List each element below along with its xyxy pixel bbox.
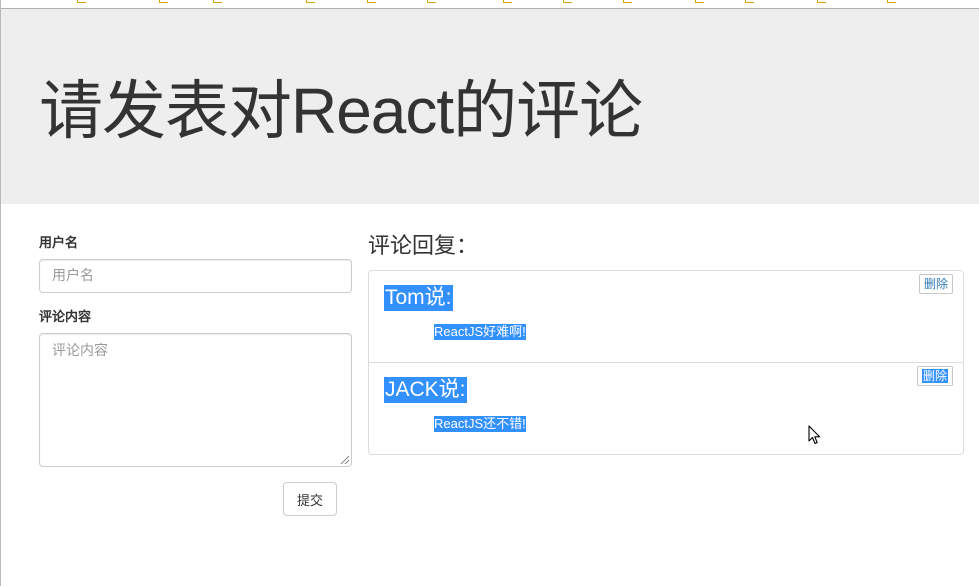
toolbar-tick bbox=[745, 0, 754, 3]
toolbar-tick bbox=[367, 0, 376, 3]
delete-button[interactable]: 删除 bbox=[916, 366, 953, 386]
comment-author: Tom说: bbox=[384, 285, 453, 311]
comment-form: 用户名 评论内容 提交 bbox=[39, 236, 352, 516]
comment-item: JACK说: ReactJS还不错! 删除 bbox=[369, 363, 963, 454]
content-group: 评论内容 bbox=[39, 310, 352, 467]
toolbar-tick bbox=[563, 0, 572, 3]
toolbar-tick bbox=[213, 0, 222, 3]
username-label: 用户名 bbox=[39, 236, 79, 251]
comment-content: ReactJS好难啊! bbox=[434, 324, 526, 340]
toolbar-tick bbox=[306, 0, 315, 3]
content-textarea[interactable] bbox=[39, 333, 352, 467]
content-textarea-wrapper bbox=[39, 333, 352, 467]
jumbotron-header: 请发表对React的评论 bbox=[1, 9, 979, 204]
page-title: 请发表对React的评论 bbox=[39, 75, 643, 147]
comment-list-panel: 评论回复： Tom说: ReactJS好难啊! 删除 JACK说: ReactJ… bbox=[368, 231, 964, 455]
resize-grip-icon[interactable] bbox=[341, 456, 349, 464]
mouse-pointer-icon bbox=[808, 425, 821, 445]
comment-content: ReactJS还不错! bbox=[434, 416, 526, 432]
comments-title: 评论回复： bbox=[368, 234, 479, 259]
top-toolbar-strip bbox=[1, 0, 979, 9]
toolbar-tick bbox=[623, 0, 632, 3]
delete-button[interactable]: 删除 bbox=[918, 274, 953, 294]
comment-author: JACK说: bbox=[384, 377, 467, 403]
submit-button[interactable]: 提交 bbox=[283, 482, 337, 516]
username-input[interactable] bbox=[39, 259, 352, 293]
toolbar-tick bbox=[887, 0, 896, 3]
toolbar-tick bbox=[77, 0, 86, 3]
toolbar-tick bbox=[159, 0, 168, 3]
toolbar-tick bbox=[695, 0, 704, 3]
comment-list: Tom说: ReactJS好难啊! 删除 JACK说: ReactJS还不错! … bbox=[368, 270, 964, 455]
page: 请发表对React的评论 用户名 评论内容 提交 评论回复： Tom说: Rea… bbox=[0, 0, 979, 586]
comment-item: Tom说: ReactJS好难啊! 删除 bbox=[369, 271, 963, 363]
toolbar-tick bbox=[503, 0, 512, 3]
content-label: 评论内容 bbox=[39, 310, 92, 325]
delete-button-label: 删除 bbox=[921, 369, 948, 383]
toolbar-tick bbox=[817, 0, 826, 3]
toolbar-tick bbox=[427, 0, 436, 3]
